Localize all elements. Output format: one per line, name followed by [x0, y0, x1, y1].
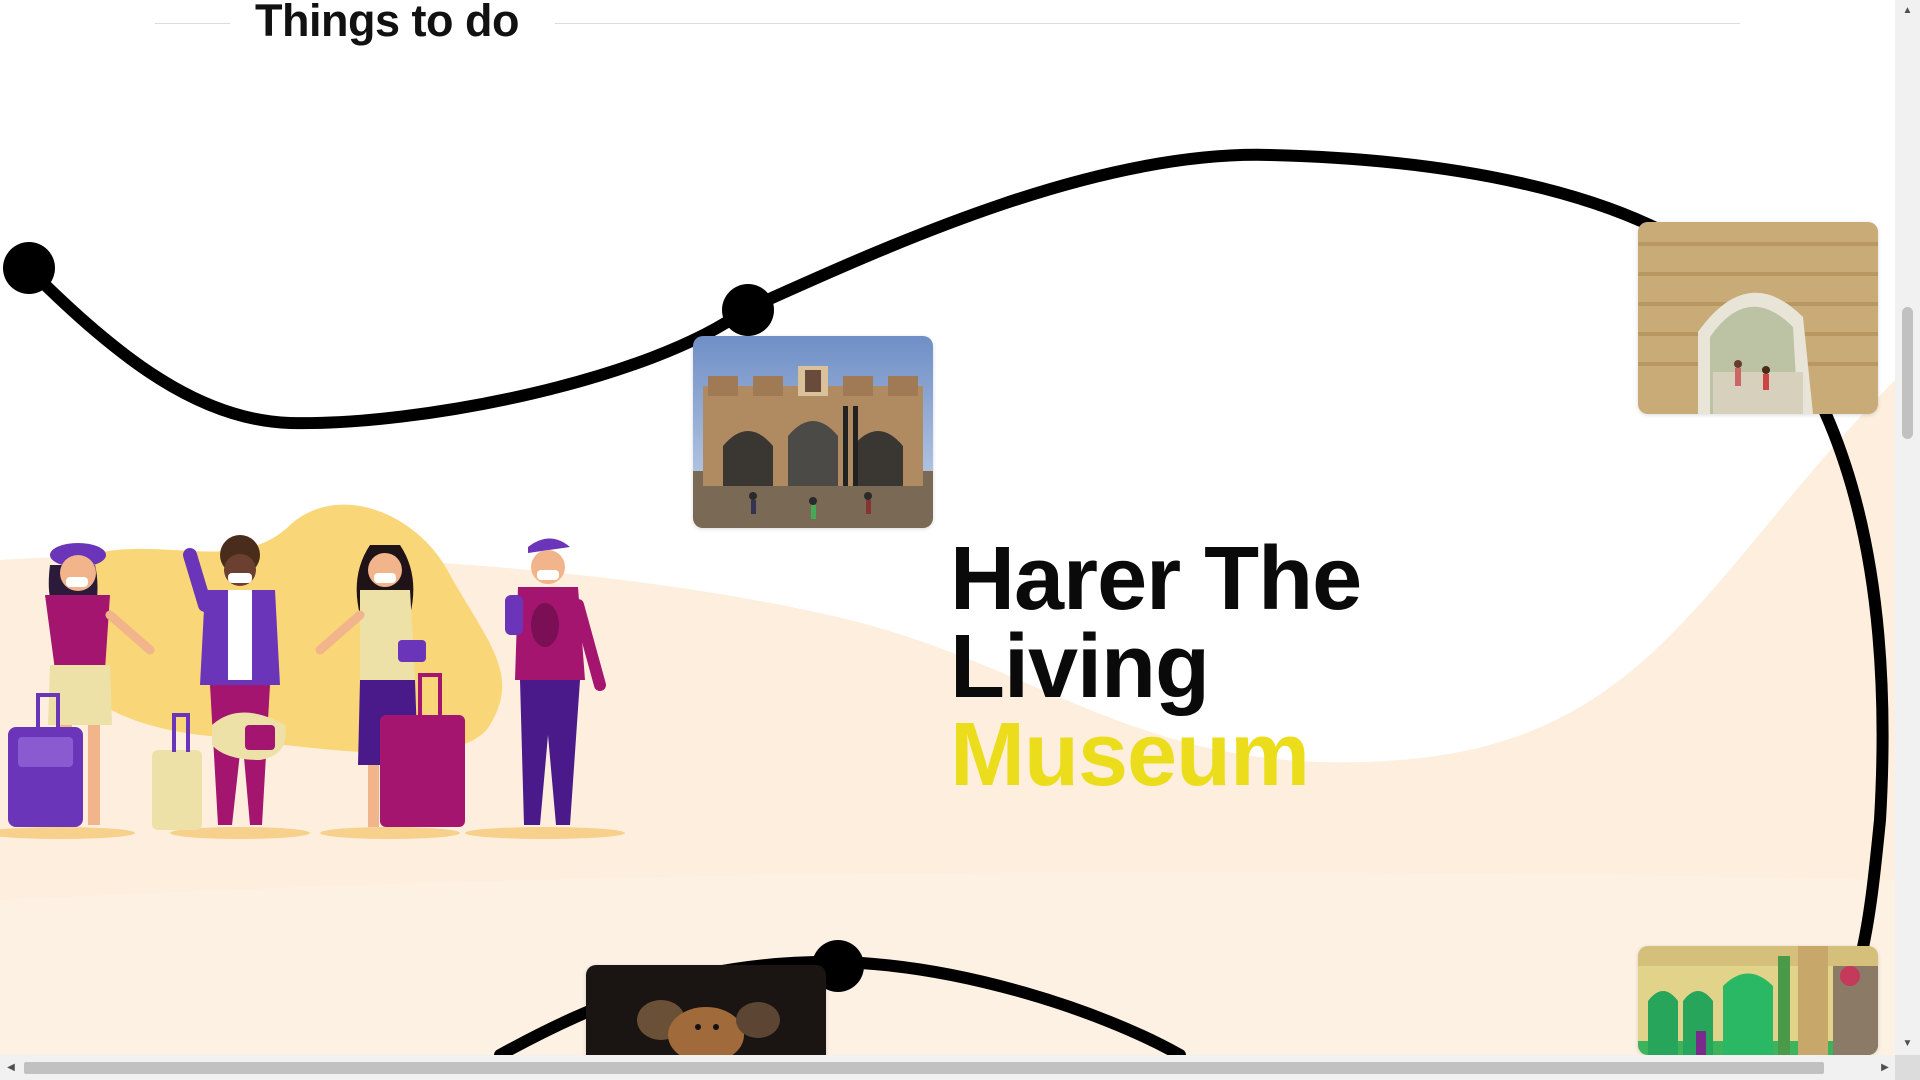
road-marker-gate	[722, 284, 774, 336]
scroll-right-icon[interactable]: ▶	[1876, 1055, 1894, 1080]
vertical-scrollbar[interactable]: ▲ ▼	[1895, 0, 1920, 1055]
vertical-scroll-thumb[interactable]	[1902, 307, 1913, 439]
hyenas-image	[586, 965, 826, 1055]
horizontal-scrollbar[interactable]: ◀ ▶	[0, 1055, 1895, 1080]
scrollbar-corner	[1895, 1055, 1920, 1080]
hero-title-accent: Museum	[950, 705, 1310, 805]
gate-image	[693, 336, 933, 528]
hyenas-photo[interactable]	[586, 965, 826, 1055]
road-marker-start	[3, 242, 55, 294]
stone-arch-photo[interactable]	[1638, 222, 1878, 414]
scroll-left-icon[interactable]: ◀	[2, 1055, 20, 1080]
traveler-4	[505, 538, 606, 825]
page-viewport: Things to do Harer The Living Museum	[0, 0, 1895, 1055]
street-image	[1638, 946, 1878, 1055]
scroll-up-icon[interactable]: ▲	[1895, 2, 1920, 20]
hero-title-line-2: Living	[950, 617, 1210, 717]
horizontal-scroll-thumb[interactable]	[24, 1062, 1824, 1074]
hero-title-line-1: Harer The	[950, 529, 1362, 629]
green-doors-street-photo[interactable]	[1638, 946, 1878, 1055]
scroll-down-icon[interactable]: ▼	[1895, 1035, 1920, 1053]
arch-image	[1638, 222, 1878, 414]
harar-gate-photo[interactable]	[693, 336, 933, 528]
travelers-illustration	[0, 504, 625, 839]
hero-title: Harer The Living Museum	[950, 529, 1362, 805]
